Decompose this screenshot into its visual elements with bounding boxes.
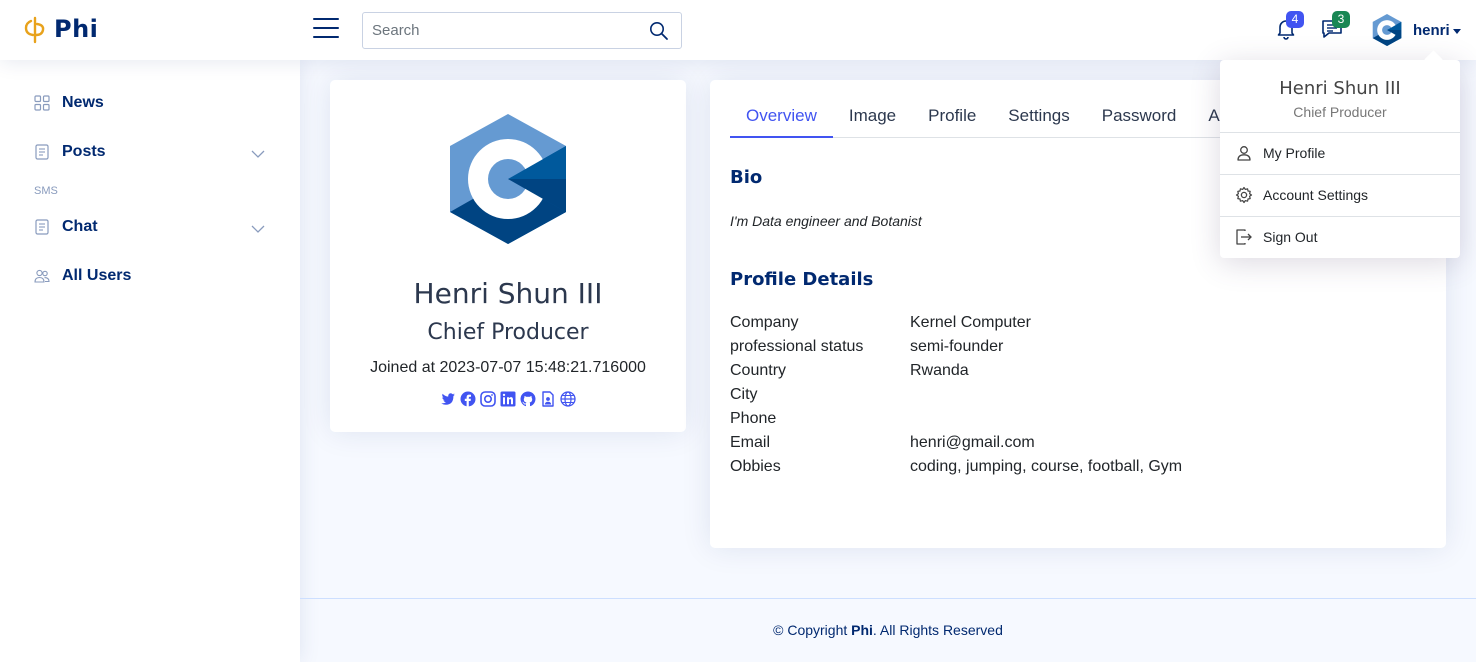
bio-text: I'm Data engineer and Botanist bbox=[730, 213, 922, 229]
messages-badge: 3 bbox=[1332, 11, 1350, 28]
detail-row: City bbox=[730, 386, 1182, 410]
tab-profile[interactable]: Profile bbox=[912, 96, 992, 138]
profile-avatar bbox=[450, 114, 566, 244]
globe-icon[interactable] bbox=[560, 391, 576, 407]
gear-icon bbox=[1235, 186, 1253, 204]
people-icon bbox=[34, 269, 50, 283]
person-icon bbox=[1237, 146, 1251, 161]
footer-brand: Phi bbox=[851, 622, 873, 638]
avatar[interactable] bbox=[1372, 14, 1402, 46]
detail-value: coding, jumping, course, football, Gym bbox=[910, 458, 1183, 475]
detail-value: Kernel Computer bbox=[910, 314, 1031, 331]
profile-details-title: Profile Details bbox=[730, 269, 874, 290]
my-profile-menu-item[interactable]: My Profile bbox=[1235, 141, 1445, 165]
detail-label: Phone bbox=[730, 410, 777, 427]
profile-title: Chief Producer bbox=[427, 320, 589, 345]
app-logo[interactable]: Phi bbox=[24, 14, 98, 44]
sidebar-item-chat[interactable]: Chat bbox=[34, 218, 266, 236]
tab-image[interactable]: Image bbox=[833, 96, 912, 138]
detail-row: Phone bbox=[730, 410, 1182, 434]
sidebar-item-news[interactable]: News bbox=[34, 94, 266, 112]
detail-label: Company bbox=[730, 314, 799, 331]
sidebar-toggle-button[interactable] bbox=[313, 18, 339, 42]
divider bbox=[1220, 216, 1460, 217]
detail-value: Rwanda bbox=[910, 362, 969, 379]
tab-password[interactable]: Password bbox=[1086, 96, 1193, 138]
contact-card-icon[interactable] bbox=[540, 391, 556, 407]
user-menu-toggle[interactable]: henri bbox=[1413, 22, 1461, 39]
profile-details-list: Company Kernel Computer professional sta… bbox=[730, 314, 1182, 482]
sidebar-item-posts[interactable]: Posts bbox=[34, 143, 266, 161]
search-bar bbox=[362, 12, 682, 49]
detail-row: Obbies coding, jumping, course, football… bbox=[730, 458, 1182, 482]
detail-value: henri@gmail.com bbox=[910, 434, 1035, 451]
footer-copyright-prefix: © Copyright bbox=[773, 622, 852, 638]
sidebar-item-label: Chat bbox=[62, 218, 98, 235]
notifications-button[interactable]: 4 bbox=[1274, 11, 1304, 40]
search-input[interactable] bbox=[363, 13, 643, 48]
document-icon bbox=[35, 219, 49, 235]
profile-joined-date: Joined at 2023-07-07 15:48:21.716000 bbox=[370, 359, 646, 376]
instagram-icon[interactable] bbox=[480, 391, 496, 407]
sidebar-item-label: Posts bbox=[62, 143, 106, 160]
chevron-down-icon bbox=[251, 150, 265, 158]
detail-label: Obbies bbox=[730, 458, 781, 475]
caret-down-icon bbox=[1452, 28, 1461, 34]
phi-logo-icon bbox=[24, 16, 45, 44]
social-links bbox=[330, 391, 686, 407]
app-name: Phi bbox=[54, 15, 99, 43]
sidebar-item-all-users[interactable]: All Users bbox=[34, 267, 266, 285]
top-header: Phi 4 3 henri bbox=[0, 0, 1476, 60]
sidebar-item-label: All Users bbox=[62, 267, 132, 284]
sidebar-heading-sms: SMS bbox=[34, 185, 58, 197]
footer: © Copyright Phi. All Rights Reserved bbox=[300, 598, 1476, 662]
sidebar-item-label: News bbox=[62, 94, 104, 111]
dropdown-user-role: Chief Producer bbox=[1293, 104, 1387, 120]
detail-row: Email henri@gmail.com bbox=[730, 434, 1182, 458]
divider bbox=[1220, 174, 1460, 175]
detail-row: Country Rwanda bbox=[730, 362, 1182, 386]
detail-value: semi-founder bbox=[910, 338, 1004, 355]
user-dropdown-menu: Henri Shun III Chief Producer My Profile… bbox=[1220, 60, 1460, 258]
notifications-badge: 4 bbox=[1286, 11, 1304, 28]
detail-label: City bbox=[730, 386, 758, 403]
chevron-down-icon bbox=[251, 225, 265, 233]
linkedin-icon[interactable] bbox=[500, 391, 516, 407]
sign-out-icon bbox=[1236, 229, 1252, 245]
account-settings-menu-item[interactable]: Account Settings bbox=[1235, 183, 1445, 207]
divider bbox=[1220, 132, 1460, 133]
detail-label: Email bbox=[730, 434, 771, 451]
menu-item-label: Account Settings bbox=[1263, 187, 1369, 203]
twitter-icon[interactable] bbox=[440, 391, 456, 407]
github-icon[interactable] bbox=[520, 391, 536, 407]
document-icon bbox=[35, 144, 49, 160]
menu-item-label: My Profile bbox=[1263, 145, 1326, 161]
profile-name: Henri Shun III bbox=[413, 277, 603, 310]
facebook-icon[interactable] bbox=[460, 391, 476, 407]
search-icon[interactable] bbox=[649, 21, 669, 41]
messages-button[interactable]: 3 bbox=[1320, 11, 1350, 40]
bio-title: Bio bbox=[730, 167, 763, 188]
dropdown-user-name: Henri Shun III bbox=[1279, 78, 1401, 99]
sidebar: News Posts SMS Chat All Users bbox=[0, 60, 300, 662]
detail-label: Country bbox=[730, 362, 787, 379]
tab-overview[interactable]: Overview bbox=[730, 96, 833, 138]
footer-copyright-suffix: . All Rights Reserved bbox=[872, 622, 1003, 638]
detail-label: professional status bbox=[730, 338, 864, 355]
profile-card: Henri Shun III Chief Producer Joined at … bbox=[330, 80, 686, 432]
detail-row: professional status semi-founder bbox=[730, 338, 1182, 362]
tab-settings[interactable]: Settings bbox=[992, 96, 1085, 138]
sign-out-menu-item[interactable]: Sign Out bbox=[1235, 225, 1445, 249]
grid-icon bbox=[34, 95, 50, 111]
header-username: henri bbox=[1413, 22, 1450, 39]
menu-item-label: Sign Out bbox=[1263, 229, 1318, 245]
detail-row: Company Kernel Computer bbox=[730, 314, 1182, 338]
